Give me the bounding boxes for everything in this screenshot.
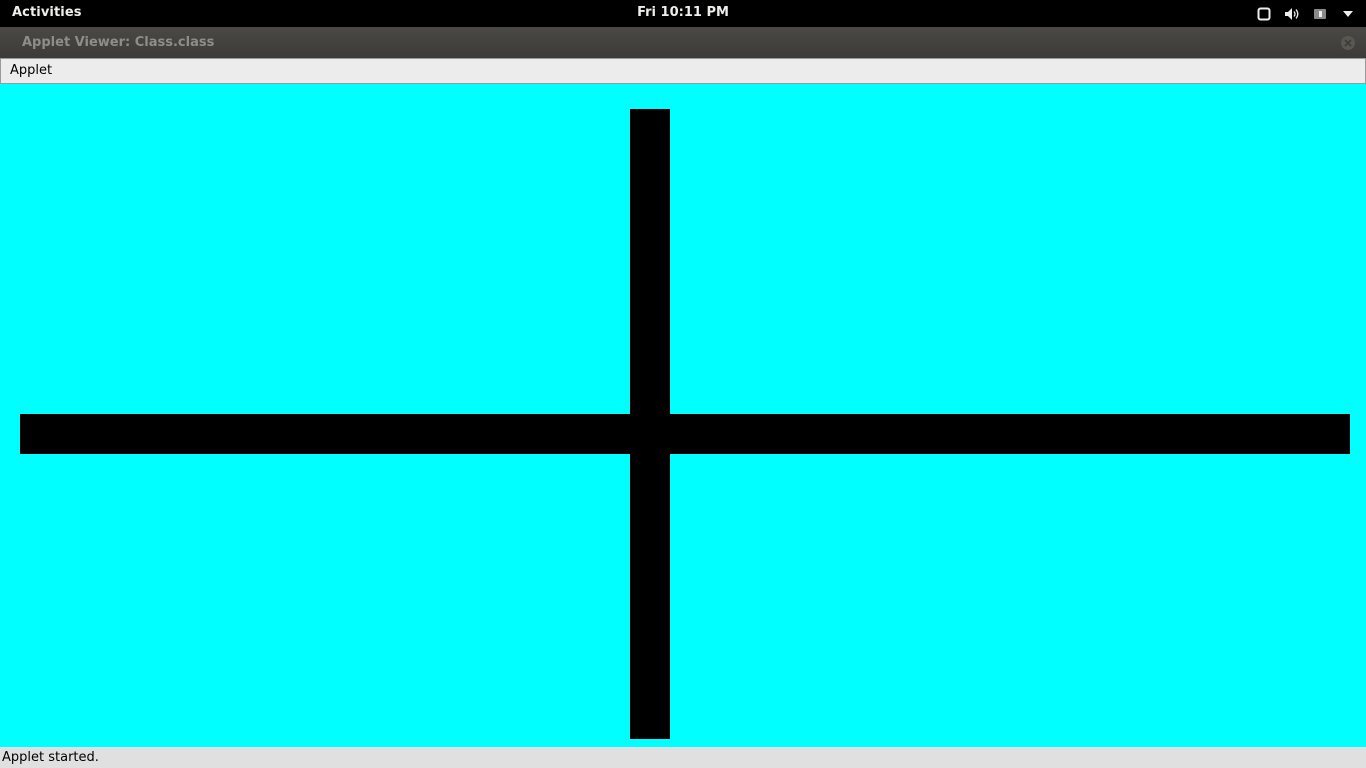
window-title-bar[interactable]: Applet Viewer: Class.class (0, 27, 1366, 58)
window-title: Applet Viewer: Class.class (22, 35, 215, 50)
status-text: Applet started. (2, 750, 99, 765)
system-tray (1256, 5, 1356, 22)
menu-applet[interactable]: Applet (10, 63, 52, 78)
applet-canvas[interactable] (0, 84, 1366, 747)
horizontal-bar (20, 414, 1350, 454)
clock[interactable]: Fri 10:11 PM (0, 5, 1366, 20)
status-bar: Applet started. (0, 747, 1366, 768)
system-menu-icon[interactable] (1340, 6, 1356, 22)
top-panel: Activities Fri 10:11 PM (0, 0, 1366, 27)
volume-icon[interactable] (1284, 6, 1300, 22)
battery-icon[interactable] (1312, 6, 1328, 22)
window-icon[interactable] (1256, 6, 1272, 22)
close-icon[interactable] (1341, 36, 1355, 50)
menu-bar: Applet (0, 58, 1366, 84)
